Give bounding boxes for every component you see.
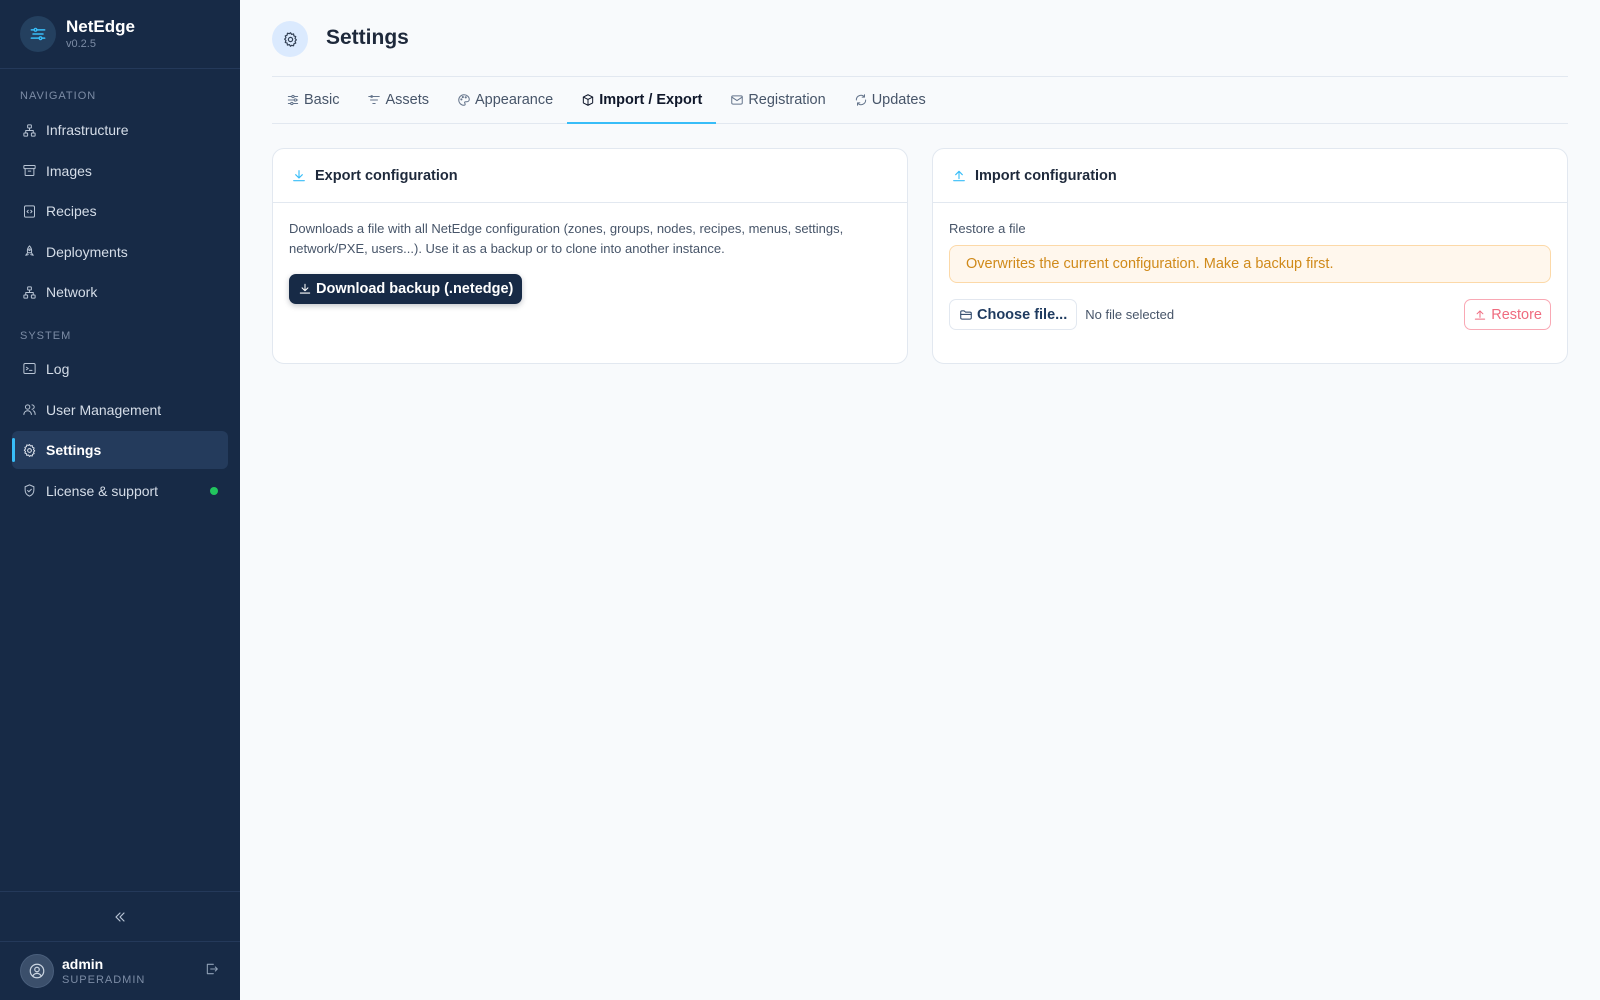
user-icon [29, 963, 45, 979]
restore-button[interactable]: Restore [1464, 299, 1551, 330]
shield-check-icon [24, 484, 35, 497]
sidebar-item-infrastructure[interactable]: Infrastructure [12, 111, 228, 149]
restore-label: Restore a file [949, 221, 1026, 236]
sidebar-item-label: License & support [46, 482, 159, 499]
sidebar: NetEdge v0.2.5 NAVIGATION Infrastructure… [0, 0, 240, 1000]
sidebar-item-log[interactable]: Log [12, 350, 228, 388]
tab-label: Registration [748, 92, 826, 108]
brand: NetEdge v0.2.5 [0, 0, 240, 69]
user-profile: admin SUPERADMIN [0, 941, 240, 1000]
sidebar-item-settings[interactable]: Settings [12, 431, 228, 470]
refresh-icon [855, 94, 866, 106]
package-icon [583, 94, 594, 106]
users-icon [23, 404, 36, 416]
sidebar-item-network[interactable]: Network [12, 273, 228, 311]
folder-open-icon [960, 309, 972, 320]
logo-icon [20, 16, 56, 52]
tab-appearance[interactable]: Appearance [443, 78, 567, 124]
palette-icon [458, 94, 470, 106]
export-card-title: Export configuration [315, 167, 458, 184]
app-version: v0.2.5 [66, 38, 96, 50]
import-card-header: Import configuration [933, 149, 1567, 203]
chevrons-left-icon [115, 911, 125, 922]
assets-icon [368, 95, 381, 104]
rocket-icon [25, 245, 34, 257]
sidebar-item-license-support[interactable]: License & support [12, 472, 228, 510]
sidebar-item-label: Deployments [46, 243, 128, 260]
choose-file-button[interactable]: Choose file... [949, 299, 1078, 330]
download-icon [293, 169, 305, 181]
sidebar-item-deployments[interactable]: Deployments [12, 233, 228, 271]
status-dot [210, 486, 218, 495]
sidebar-item-label: User Management [46, 401, 162, 418]
page-title: Settings [326, 26, 409, 49]
export-card: Export configuration Downloads a file wi… [272, 148, 908, 364]
tab-label: Import / Export [599, 92, 703, 108]
sidebar-item-label: Recipes [46, 203, 97, 220]
download-backup-button[interactable]: Download backup (.netedge) [289, 274, 523, 304]
tab-updates[interactable]: Updates [840, 78, 940, 124]
tab-label: Basic [304, 92, 340, 108]
restore-label-text: Restore [1491, 306, 1542, 323]
avatar[interactable] [20, 954, 54, 988]
nav-section-navigation: NAVIGATION [20, 90, 97, 102]
upload-icon [953, 170, 965, 181]
nav-section-system: SYSTEM [20, 329, 72, 342]
import-export-panels: Export configuration Downloads a file wi… [272, 148, 1568, 364]
page-header: Settings [272, 0, 1568, 77]
logout-button[interactable] [204, 961, 220, 982]
sidebar-item-recipes[interactable]: Recipes [12, 192, 228, 230]
import-card-title: Import configuration [975, 167, 1117, 184]
file-picker-row: Choose file... No file selected Restore [949, 299, 1551, 330]
gear-icon [283, 31, 297, 47]
sidebar-item-images[interactable]: Images [12, 152, 228, 190]
file-status: No file selected [1085, 307, 1175, 322]
export-card-header: Export configuration [273, 149, 907, 203]
archive-icon [23, 165, 36, 177]
tab-label: Updates [871, 92, 926, 108]
settings-header-icon [272, 21, 308, 57]
upload-icon [1475, 309, 1486, 320]
tab-label: Appearance [474, 92, 554, 108]
code-file-icon [24, 205, 35, 218]
sidebar-item-user-management[interactable]: User Management [12, 391, 228, 429]
logout-icon [206, 963, 218, 974]
user-role: SUPERADMIN [62, 973, 146, 986]
tab-basic[interactable]: Basic [272, 78, 353, 124]
app-name: NetEdge [66, 17, 135, 36]
tab-registration[interactable]: Registration [716, 78, 839, 124]
tab-import-export[interactable]: Import / Export [567, 78, 717, 124]
collapse-sidebar-button[interactable] [0, 891, 240, 941]
terminal-icon [23, 363, 36, 375]
download-backup-label: Download backup (.netedge) [316, 281, 514, 297]
choose-file-label: Choose file... [977, 306, 1068, 323]
network-icon [23, 286, 36, 299]
tab-label: Assets [385, 92, 429, 108]
download-icon [299, 283, 311, 294]
main-content: Settings Basic Assets Appearance Import … [272, 0, 1568, 364]
sidebar-item-label: Images [46, 162, 92, 179]
settings-tabs: Basic Assets Appearance Import / Export … [272, 77, 1568, 124]
sidebar-item-label: Log [46, 360, 70, 377]
gear-icon [23, 443, 36, 457]
tab-assets[interactable]: Assets [353, 78, 443, 124]
network-icon [23, 123, 36, 137]
sidebar-item-label: Infrastructure [46, 122, 129, 138]
sliders-icon [287, 94, 299, 106]
user-name: admin [62, 955, 104, 972]
export-description: Downloads a file with all NetEdge config… [289, 221, 844, 256]
import-card: Import configuration Restore a file Over… [932, 148, 1568, 364]
overwrite-warning: Overwrites the current configuration. Ma… [949, 245, 1551, 283]
sidebar-item-label: Network [46, 284, 98, 301]
mail-check-icon [731, 95, 744, 105]
sidebar-item-label: Settings [46, 442, 102, 459]
